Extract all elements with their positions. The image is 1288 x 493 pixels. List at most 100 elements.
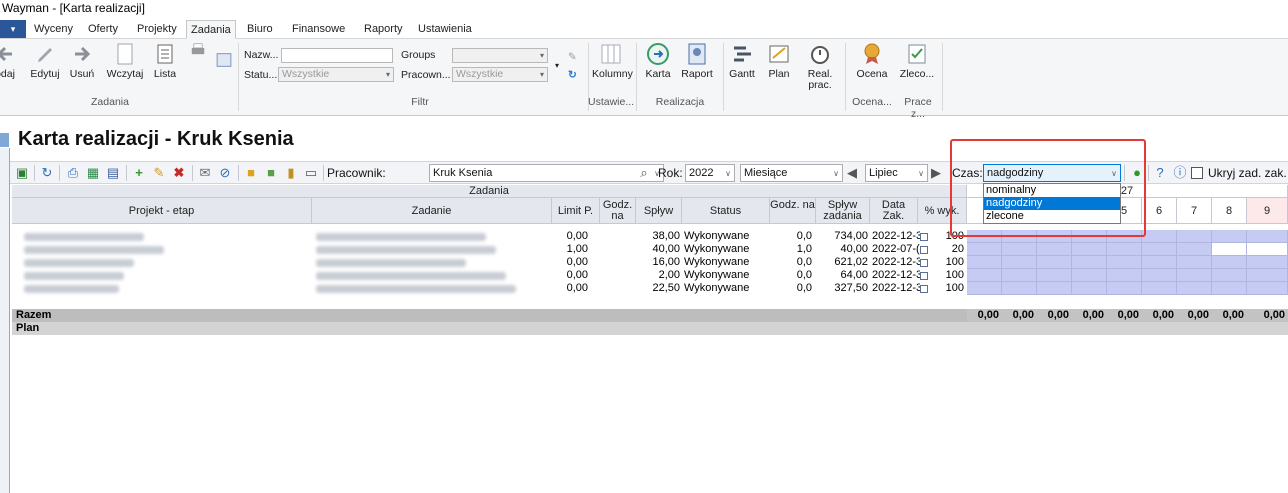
status-select[interactable]: Wszystkie ▾: [278, 67, 394, 82]
checkbox-icon[interactable]: ■: [243, 165, 259, 181]
table-row[interactable]: 0,00 2,00 Wykonywane 0,0 64,00 2022-12-3 100: [12, 269, 1288, 282]
day-cell[interactable]: [1177, 243, 1212, 256]
flag-icon[interactable]: ▮: [283, 165, 299, 181]
edit-icon[interactable]: ✎: [151, 165, 167, 181]
day-cell[interactable]: [1142, 282, 1177, 295]
col-splyw-zadania[interactable]: Spływ zadania: [816, 198, 870, 224]
miesiac-combo[interactable]: Lipiec ∨: [865, 164, 928, 182]
col-day-6[interactable]: 6: [1142, 198, 1177, 224]
day-cell[interactable]: [1247, 230, 1288, 243]
wczytaj-button[interactable]: Wczytaj: [104, 41, 146, 80]
day-cell[interactable]: [1002, 243, 1037, 256]
day-cell[interactable]: [1002, 256, 1037, 269]
table-row[interactable]: 0,00 22,50 Wykonywane 0,0 327,50 2022-12-3 100: [12, 282, 1288, 295]
calendar-icon[interactable]: [920, 285, 928, 293]
export-button[interactable]: [214, 51, 234, 71]
day-cell[interactable]: [1247, 256, 1288, 269]
day-cell[interactable]: [967, 256, 1002, 269]
calendar-icon[interactable]: ▤: [105, 165, 121, 181]
day-cell[interactable]: [1142, 256, 1177, 269]
day-cell[interactable]: [1247, 269, 1288, 282]
ocena-button[interactable]: Ocena: [852, 41, 892, 80]
day-cell[interactable]: [1107, 282, 1142, 295]
help-icon[interactable]: ?: [1152, 165, 1168, 181]
filter-dropdown-icon[interactable]: ▾: [555, 61, 559, 70]
tab-raporty[interactable]: Raporty: [360, 20, 407, 39]
day-cell[interactable]: [1247, 282, 1288, 295]
day-cell[interactable]: [1142, 269, 1177, 282]
col-day-7[interactable]: 7: [1177, 198, 1212, 224]
refresh-icon[interactable]: ↻: [568, 69, 577, 81]
col-godz-na-2[interactable]: Godz. na: [770, 198, 816, 224]
day-cell[interactable]: [1072, 282, 1107, 295]
day-cell[interactable]: [1142, 243, 1177, 256]
tab-projekty[interactable]: Projekty: [133, 20, 181, 39]
plan-button[interactable]: Plan: [764, 41, 794, 80]
day-cell[interactable]: [967, 243, 1002, 256]
col-zadanie[interactable]: Zadanie: [312, 198, 552, 224]
day-cell[interactable]: [1072, 269, 1107, 282]
day-cell[interactable]: [1247, 243, 1288, 256]
calendar-icon[interactable]: [920, 272, 928, 280]
day-cell[interactable]: [967, 269, 1002, 282]
day-cell[interactable]: [1002, 269, 1037, 282]
excel-icon[interactable]: ▦: [85, 165, 101, 181]
okres-combo[interactable]: Miesiące ∨: [740, 164, 843, 182]
day-cell[interactable]: [1212, 230, 1247, 243]
day-cell[interactable]: [1177, 269, 1212, 282]
day-cell[interactable]: [1107, 256, 1142, 269]
gantt-button[interactable]: Gantt: [726, 41, 758, 80]
day-cell[interactable]: [1212, 243, 1247, 256]
lista-button[interactable]: Lista: [150, 41, 180, 80]
refresh-icon[interactable]: ↻: [39, 165, 55, 181]
print-button[interactable]: [188, 41, 208, 61]
day-cell[interactable]: [1212, 256, 1247, 269]
check-circle-icon[interactable]: ⊘: [217, 165, 233, 181]
save-icon[interactable]: ▣: [14, 165, 30, 181]
prev-arrow-icon[interactable]: ◀: [844, 165, 860, 181]
day-cell[interactable]: [1002, 282, 1037, 295]
day-cell[interactable]: [1177, 282, 1212, 295]
calendar-icon[interactable]: [920, 259, 928, 267]
tab-ustawienia[interactable]: Ustawienia: [414, 20, 476, 39]
kolumny-button[interactable]: Kolumny: [592, 41, 633, 80]
col-day-9[interactable]: 9: [1247, 198, 1288, 224]
karta-button[interactable]: Karta: [642, 41, 674, 80]
usun-button[interactable]: Usuń: [66, 41, 98, 80]
ukryj-checkbox[interactable]: [1191, 167, 1203, 179]
table-row[interactable]: 1,00 40,00 Wykonywane 1,0 40,00 2022-07-(20: [12, 243, 1288, 256]
clear-filter-icon[interactable]: ✎: [568, 51, 577, 63]
rok-combo[interactable]: 2022 ∨: [685, 164, 735, 182]
search-icon[interactable]: ⌕: [636, 165, 652, 181]
day-cell[interactable]: [1072, 256, 1107, 269]
pracownik-combo[interactable]: Kruk Ksenia ∨: [429, 164, 664, 182]
calendar-icon[interactable]: [920, 233, 928, 241]
raport-button[interactable]: Raport: [679, 41, 715, 80]
tab-biuro[interactable]: Biuro: [243, 20, 277, 39]
groups-select[interactable]: ▾: [452, 48, 548, 63]
col-splyw[interactable]: Spływ: [636, 198, 682, 224]
delete-icon[interactable]: ✖: [171, 165, 187, 181]
day-cell[interactable]: [1142, 230, 1177, 243]
day-cell[interactable]: [1177, 256, 1212, 269]
tab-finansowe[interactable]: Finansowe: [288, 20, 349, 39]
day-cell[interactable]: [1037, 282, 1072, 295]
tab-wyceny[interactable]: Wyceny: [30, 20, 77, 39]
tab-zadania[interactable]: Zadania: [186, 20, 236, 39]
dodaj-button[interactable]: odaj: [0, 41, 18, 80]
day-cell[interactable]: [1212, 269, 1247, 282]
real-prac-button[interactable]: Real. prac.: [802, 41, 838, 91]
day-cell[interactable]: [1107, 269, 1142, 282]
calendar-icon[interactable]: [920, 246, 928, 254]
add-icon[interactable]: +: [131, 165, 147, 181]
window-icon[interactable]: ▭: [303, 165, 319, 181]
col-data-zak[interactable]: Data Zak.: [870, 198, 918, 224]
day-cell[interactable]: [1072, 243, 1107, 256]
zlecone-button[interactable]: Zleco...: [898, 41, 936, 80]
col-status[interactable]: Status: [682, 198, 770, 224]
col-projekt-etap[interactable]: Projekt - etap: [12, 198, 312, 224]
printer-icon[interactable]: ⎙: [65, 165, 81, 181]
edytuj-button[interactable]: Edytuj: [28, 41, 62, 80]
day-cell[interactable]: [1037, 269, 1072, 282]
day-cell[interactable]: [1107, 243, 1142, 256]
